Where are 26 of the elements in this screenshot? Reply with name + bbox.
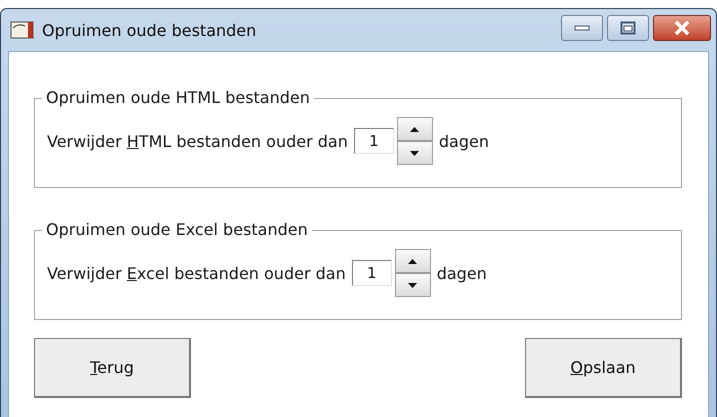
window-title: Opruimen oude bestanden bbox=[42, 20, 258, 40]
minimize-button[interactable] bbox=[561, 15, 603, 41]
field-label: Verwijder Excel bestanden ouder dan bbox=[47, 264, 346, 282]
dialog-button[interactable]: Opslaan bbox=[525, 338, 682, 398]
field-label: Verwijder HTML bestanden ouder dan bbox=[47, 132, 348, 150]
down-arrow-icon bbox=[408, 282, 418, 288]
unit-label: dagen bbox=[438, 132, 489, 150]
down-arrow-icon bbox=[410, 150, 420, 156]
close-icon bbox=[673, 20, 691, 36]
spin-down-button[interactable] bbox=[394, 273, 431, 297]
spin-up-button[interactable] bbox=[394, 249, 431, 273]
maximize-icon bbox=[620, 21, 636, 35]
app-icon bbox=[10, 20, 34, 40]
up-arrow-icon bbox=[408, 258, 418, 264]
days-input[interactable]: 1 bbox=[354, 128, 394, 154]
days-input[interactable]: 1 bbox=[352, 260, 392, 286]
maximize-button[interactable] bbox=[607, 15, 649, 41]
dialog-button[interactable]: Terug bbox=[34, 338, 191, 398]
spin-up-button[interactable] bbox=[396, 117, 433, 141]
close-button[interactable] bbox=[653, 15, 711, 41]
group-title: Opruimen oude Excel bestanden bbox=[42, 220, 312, 239]
minimize-icon bbox=[574, 25, 590, 31]
group-title: Opruimen oude HTML bestanden bbox=[42, 88, 314, 107]
up-arrow-icon bbox=[410, 126, 420, 132]
spin-down-button[interactable] bbox=[396, 141, 433, 165]
unit-label: dagen bbox=[436, 264, 487, 282]
